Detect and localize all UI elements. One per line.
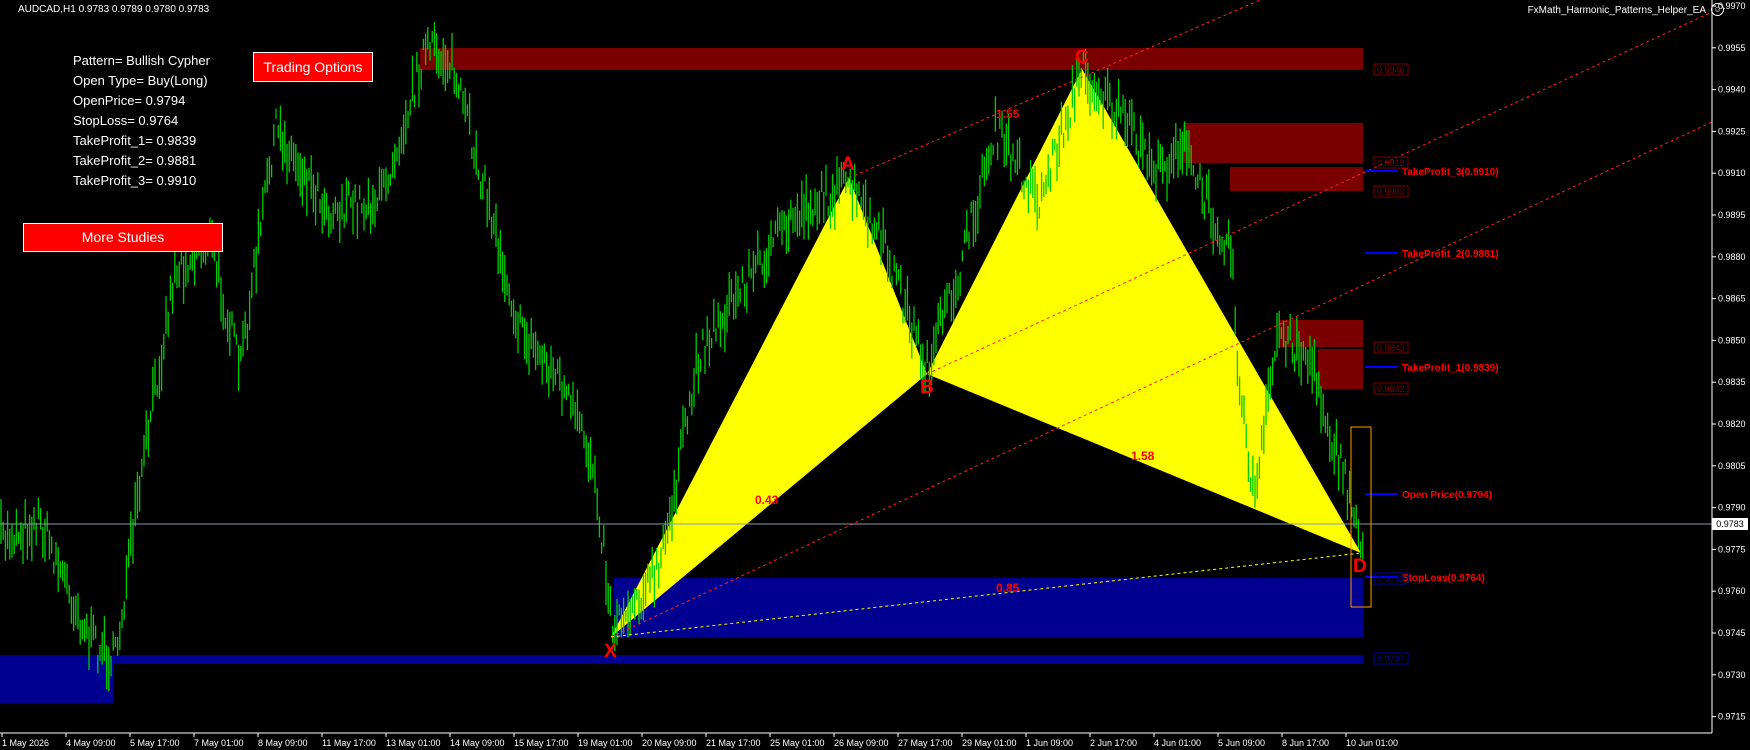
point-label-d: D <box>1353 556 1367 577</box>
price-tick-label: 0.9760 <box>1718 586 1746 596</box>
supply-zone <box>1230 167 1363 191</box>
time-axis: 1 May 2026 4 May 09:00 5 May 17:00 7 May 01… <box>1 733 1398 748</box>
expert-advisor-name: FxMath_Harmonic_Patterns_Helper_EA <box>1527 5 1706 16</box>
level-labels: TakeProfit_3(0.9910) TakeProfit_2(0.9881… <box>1402 167 1499 584</box>
price-tick-label: 0.9745 <box>1718 628 1746 638</box>
price-tick-label: 0.9820 <box>1718 419 1746 429</box>
time-tick-label: 8 May 09:00 <box>258 738 308 748</box>
price-tick-label: 0.9865 <box>1718 294 1746 304</box>
demand-zone <box>614 578 1363 638</box>
ratio-bc-cd: 1.58 <box>1131 449 1155 463</box>
info-take-profit-2: TakeProfit_2= 0.9881 <box>73 153 197 168</box>
info-open-price: OpenPrice= 0.9794 <box>73 93 186 108</box>
stoploss-label: StopLoss(0.9764) <box>1402 573 1485 584</box>
time-tick-label: 25 May 01:00 <box>770 738 825 748</box>
time-tick-label: 27 May 17:00 <box>898 738 953 748</box>
time-tick-label: 10 Jun 01:00 <box>1346 738 1398 748</box>
info-pattern: Pattern= Bullish Cypher <box>73 53 210 68</box>
time-tick-label: 21 May 17:00 <box>706 738 761 748</box>
price-tick-label: 0.9850 <box>1718 335 1746 345</box>
ratio-xa-ab: 0.43 <box>755 493 779 507</box>
price-tick-label: 0.9775 <box>1718 544 1746 554</box>
tp3-label: TakeProfit_3(0.9910) <box>1402 167 1499 178</box>
zone-tag: 0.9903 <box>1377 187 1405 197</box>
price-axis: 0.99700.99550.99400.99250.99100.98950.98… <box>1712 1 1746 722</box>
supply-zone <box>420 48 1363 70</box>
price-tick-label: 0.9895 <box>1718 210 1746 220</box>
info-take-profit-1: TakeProfit_1= 0.9839 <box>73 133 197 148</box>
time-tick-label: 1 May 2026 <box>2 738 49 748</box>
pattern-info-panel: Pattern= Bullish Cypher Open Type= Buy(L… <box>73 51 210 191</box>
zone-tag: 0.9912 <box>1377 158 1405 168</box>
price-tick-label: 0.9790 <box>1718 503 1746 513</box>
time-tick-label: 4 Jun 01:00 <box>1154 738 1201 748</box>
time-tick-label: 20 May 09:00 <box>642 738 697 748</box>
time-tick-label: 19 May 01:00 <box>578 738 633 748</box>
time-tick-label: 26 May 09:00 <box>834 738 889 748</box>
zone-tag: 0.9946 <box>1377 65 1405 75</box>
time-tick-label: 5 May 17:00 <box>130 738 180 748</box>
zone-tag: 0.9737 <box>1377 654 1405 664</box>
price-tick-label: 0.9955 <box>1718 43 1746 53</box>
ratio-xd: 0.85 <box>996 581 1020 595</box>
point-label-x: X <box>604 641 617 662</box>
point-label-c: C <box>1075 47 1089 68</box>
time-tick-label: 29 May 01:00 <box>962 738 1017 748</box>
info-take-profit-3: TakeProfit_3= 0.9910 <box>73 173 197 188</box>
info-stop-loss: StopLoss= 0.9764 <box>73 113 179 128</box>
open-price-label: Open Price(0.9794) <box>1402 490 1492 501</box>
price-tick-label: 0.9910 <box>1718 168 1746 178</box>
price-tick-label: 0.9805 <box>1718 461 1746 471</box>
chart-canvas[interactable]: X A B C D 0.43 1.55 1.58 0.85 TakeProfit… <box>0 0 1750 750</box>
time-tick-label: 15 May 17:00 <box>514 738 569 748</box>
demand-zone <box>0 655 114 703</box>
price-tick-label: 0.9925 <box>1718 126 1746 136</box>
price-tick-label: 0.9940 <box>1718 85 1746 95</box>
time-tick-label: 1 Jun 09:00 <box>1026 738 1073 748</box>
current-price-tag: 0.9783 <box>1712 518 1748 530</box>
zone-tag: 0.9763 <box>1377 574 1405 584</box>
time-tick-label: 13 May 01:00 <box>386 738 441 748</box>
more-studies-button[interactable]: More Studies <box>23 223 223 252</box>
price-tick-label: 0.9715 <box>1718 712 1746 722</box>
point-label-b: B <box>920 377 934 398</box>
ratio-ab-bc: 1.55 <box>996 107 1020 121</box>
time-tick-label: 5 Jun 09:00 <box>1218 738 1265 748</box>
price-tick-label: 0.9880 <box>1718 252 1746 262</box>
demand-zone <box>0 655 1363 664</box>
tp1-label: TakeProfit_1(0.9839) <box>1402 363 1499 374</box>
symbol-header: AUDCAD,H1 0.9783 0.9789 0.9780 0.9783 <box>18 4 210 15</box>
time-tick-label: 14 May 09:00 <box>450 738 505 748</box>
supply-zone <box>1183 123 1363 163</box>
zone-tag: 0.9843 <box>1377 343 1405 353</box>
price-tick-label: 0.9730 <box>1718 670 1746 680</box>
time-tick-label: 2 Jun 17:00 <box>1090 738 1137 748</box>
zone-tag: 0.9832 <box>1377 384 1405 394</box>
trading-options-button[interactable]: Trading Options <box>253 52 373 82</box>
time-tick-label: 7 May 01:00 <box>194 738 244 748</box>
smiley-icon[interactable]: ☺ <box>1711 3 1724 16</box>
supply-zone <box>1318 349 1363 389</box>
tp2-label: TakeProfit_2(0.9881) <box>1402 249 1499 260</box>
time-tick-label: 4 May 09:00 <box>66 738 116 748</box>
time-tick-label: 8 Jun 17:00 <box>1282 738 1329 748</box>
info-open-type: Open Type= Buy(Long) <box>73 73 208 88</box>
time-tick-label: 11 May 17:00 <box>322 738 376 748</box>
point-label-a: A <box>841 154 855 175</box>
price-tick-label: 0.9835 <box>1718 377 1746 387</box>
